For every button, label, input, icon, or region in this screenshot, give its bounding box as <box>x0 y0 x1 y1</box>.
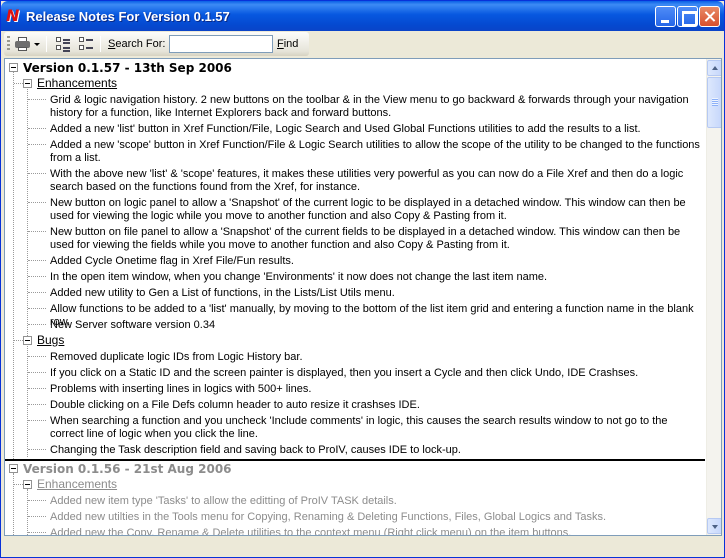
list-item: Added new utilties in the Tools menu for… <box>50 511 607 523</box>
toolbar-grip[interactable] <box>7 36 10 52</box>
section-expander[interactable] <box>23 336 32 345</box>
release-notes-tree[interactable]: Version 0.1.57 - 13th Sep 2006 Enhanceme… <box>5 59 705 535</box>
vertical-scrollbar[interactable] <box>706 59 721 535</box>
list-item: In the open item window, when you change… <box>50 271 548 283</box>
section-expander[interactable] <box>23 480 32 489</box>
list-item: Added Cycle Onetime flag in Xref File/Fu… <box>50 255 294 267</box>
version-heading: Version 0.1.57 - 13th Sep 2006 <box>23 61 232 75</box>
list-item: Changing the Task description field and … <box>50 444 461 456</box>
title-bar[interactable]: N Release Notes For Version 0.1.57 <box>1 1 724 31</box>
version-expander[interactable] <box>9 464 18 473</box>
find-button[interactable]: Find <box>277 38 298 50</box>
search-label: Search For: <box>108 38 166 50</box>
release-notes-window: N Release Notes For Version 0.1.57 Searc… <box>0 0 725 558</box>
list-item: New button on logic panel to allow a 'Sn… <box>50 197 686 222</box>
list-item: New button on file panel to allow a 'Sna… <box>50 226 681 251</box>
list-item: New Server software version 0.34 <box>50 319 216 331</box>
window-title: Release Notes For Version 0.1.57 <box>26 9 230 24</box>
list-item: Added new item type 'Tasks' to allow the… <box>50 495 397 507</box>
collapse-tree-icon[interactable] <box>78 36 94 52</box>
version-divider <box>5 459 705 461</box>
list-item: Problems with inserting lines in logics … <box>50 383 312 395</box>
expand-tree-icon[interactable] <box>55 36 71 52</box>
list-item: Added a new 'list' button in Xref Functi… <box>50 123 641 135</box>
list-item: Added a new 'scope' button in Xref Funct… <box>50 139 700 164</box>
section-heading-enhancements: Enhancements <box>37 477 118 491</box>
close-button[interactable] <box>699 6 720 27</box>
section-heading-bugs: Bugs <box>37 333 65 347</box>
list-item: Double clicking on a File Defs column he… <box>50 399 420 411</box>
list-item: Added new the Copy, Rename & Delete util… <box>50 527 572 535</box>
list-item: When searching a function and you unchec… <box>50 415 668 440</box>
dropdown-arrow-icon[interactable] <box>34 43 40 46</box>
minimize-button[interactable] <box>655 6 676 27</box>
list-item: Added new utility to Gen a List of funct… <box>50 287 395 299</box>
maximize-button[interactable] <box>677 6 698 27</box>
app-logo-icon: N <box>6 6 20 25</box>
status-bar <box>4 538 722 556</box>
list-item: If you click on a Static ID and the scre… <box>50 367 639 379</box>
list-item: Removed duplicate logic IDs from Logic H… <box>50 351 303 363</box>
version-heading: Version 0.1.56 - 21st Aug 2006 <box>23 462 232 476</box>
version-expander[interactable] <box>9 63 18 72</box>
scroll-thumb[interactable] <box>707 77 721 128</box>
toolbar-separator <box>46 36 47 52</box>
release-notes-pane: Version 0.1.57 - 13th Sep 2006 Enhanceme… <box>4 58 722 536</box>
scroll-up-button[interactable] <box>707 60 721 76</box>
section-heading-enhancements: Enhancements <box>37 76 118 90</box>
scroll-down-button[interactable] <box>707 518 721 534</box>
printer-icon[interactable] <box>14 36 31 52</box>
list-item: With the above new 'list' & 'scope' feat… <box>50 168 684 193</box>
list-item: Grid & logic navigation history. 2 new b… <box>50 94 689 119</box>
section-expander[interactable] <box>23 79 32 88</box>
toolbar-separator <box>100 36 101 52</box>
search-input[interactable] <box>169 35 273 53</box>
toolbar: Search For: Find <box>4 32 309 56</box>
